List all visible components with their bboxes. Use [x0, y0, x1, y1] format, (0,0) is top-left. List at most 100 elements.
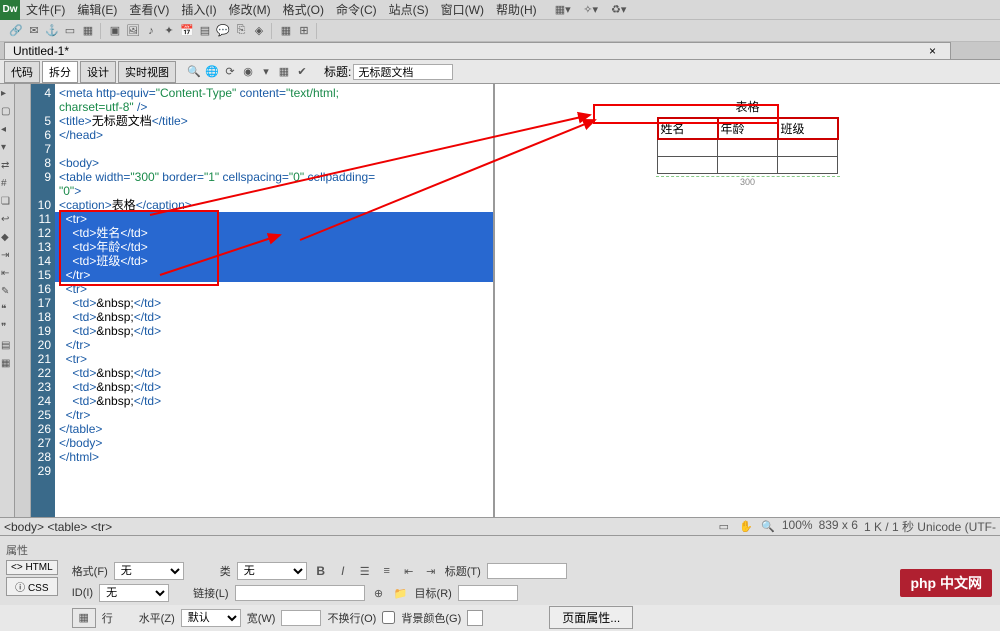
select-tool-icon[interactable]: ▭	[716, 518, 732, 534]
props-html-tab[interactable]: <> HTML	[6, 560, 58, 575]
syntax-icon[interactable]: ◆	[1, 232, 13, 244]
nav-icon[interactable]: ◉	[240, 64, 256, 80]
parent-tag-icon[interactable]: ◂	[1, 124, 13, 136]
target-input[interactable]	[458, 585, 518, 601]
italic-icon[interactable]: I	[335, 563, 351, 579]
id-select[interactable]: 无	[99, 584, 169, 602]
menu-modify[interactable]: 修改(M)	[223, 1, 277, 18]
wrap-icon[interactable]: ↩	[1, 214, 13, 226]
inspect-icon[interactable]: 🔍	[186, 64, 202, 80]
tag-selector-path[interactable]: <body> <table> <tr>	[4, 520, 112, 534]
hyperlink-icon[interactable]: 🔗	[8, 23, 24, 39]
horz-select[interactable]: 默认	[181, 609, 241, 627]
table-cell[interactable]	[658, 157, 718, 174]
table-cell[interactable]	[718, 157, 778, 174]
props-css-tab[interactable]: ⓘ CSS	[6, 577, 58, 596]
extend-icon[interactable]: ✧▾	[583, 2, 599, 18]
class-select[interactable]: 无	[237, 562, 307, 580]
table-cell[interactable]	[658, 139, 718, 157]
table-cell[interactable]	[778, 139, 838, 157]
tag-icon[interactable]: ⊞	[296, 23, 312, 39]
view-design-button[interactable]: 设计	[80, 61, 116, 83]
zoom-level[interactable]: 100%	[782, 518, 813, 535]
table-icon[interactable]: ▦	[80, 23, 96, 39]
menu-edit[interactable]: 编辑(E)	[71, 1, 123, 18]
date-icon[interactable]: 📅	[179, 23, 195, 39]
hand-tool-icon[interactable]: ✋	[738, 518, 754, 534]
document-tab[interactable]: Untitled-1* ×	[4, 42, 951, 59]
view-split-button[interactable]: 拆分	[42, 61, 78, 83]
format-select[interactable]: 无	[114, 562, 184, 580]
view-live-button[interactable]: 实时视图	[118, 61, 176, 83]
sync-icon[interactable]: ♻▾	[611, 2, 627, 18]
menu-commands[interactable]: 命令(C)	[330, 1, 383, 18]
head-icon[interactable]: ⎘	[233, 23, 249, 39]
width-input[interactable]	[281, 610, 321, 626]
move-css-icon[interactable]: ▦	[1, 358, 13, 370]
indent-text-icon[interactable]: ⇥	[423, 563, 439, 579]
indent-icon[interactable]: ⇥	[1, 250, 13, 262]
table-row[interactable]	[658, 139, 838, 157]
nowrap-checkbox[interactable]	[382, 611, 395, 624]
tab-close-icon[interactable]: ×	[929, 44, 942, 58]
link-input[interactable]	[235, 585, 365, 601]
bgcolor-swatch[interactable]	[467, 610, 483, 626]
menu-window[interactable]: 窗口(W)	[435, 1, 490, 18]
bold-icon[interactable]: B	[313, 563, 329, 579]
server-icon[interactable]: ▤	[197, 23, 213, 39]
anchor-icon[interactable]: ⚓	[44, 23, 60, 39]
point-to-file-icon[interactable]: ⊕	[371, 585, 387, 601]
hr-icon[interactable]: ▭	[62, 23, 78, 39]
cell-merge-icon[interactable]: ▦	[72, 608, 96, 628]
menu-format[interactable]: 格式(O)	[277, 1, 330, 18]
image-icon[interactable]: 🖼	[125, 23, 141, 39]
table-header-cell[interactable]: 班级	[778, 118, 838, 139]
recent-snippets-icon[interactable]: ▤	[1, 340, 13, 352]
line-num-icon[interactable]: #	[1, 178, 13, 190]
menu-insert[interactable]: 插入(I)	[175, 1, 222, 18]
ol-icon[interactable]: ≡	[379, 563, 395, 579]
code-editor[interactable]: <meta http-equiv="Content-Type" content=…	[55, 84, 493, 517]
comment-icon[interactable]: 💬	[215, 23, 231, 39]
browse-icon[interactable]: 📁	[393, 585, 409, 601]
menu-help[interactable]: 帮助(H)	[490, 1, 543, 18]
design-preview-pane[interactable]: 表格 姓名 年龄 班级 300	[495, 84, 1000, 517]
script-icon[interactable]: ◈	[251, 23, 267, 39]
table-header-cell[interactable]: 年龄	[718, 118, 778, 139]
view-code-button[interactable]: 代码	[4, 61, 40, 83]
outdent-text-icon[interactable]: ⇤	[401, 563, 417, 579]
title-attr-input[interactable]	[487, 563, 567, 579]
options-icon[interactable]: ▾	[258, 64, 274, 80]
layout-icon[interactable]: ▦▾	[555, 2, 571, 18]
document-title-input[interactable]	[353, 64, 453, 80]
menu-site[interactable]: 站点(S)	[383, 1, 435, 18]
remove-comment-icon[interactable]: ❞	[1, 322, 13, 334]
div-icon[interactable]: ▣	[107, 23, 123, 39]
zoom-tool-icon[interactable]: 🔍	[760, 518, 776, 534]
media-icon[interactable]: ♪	[143, 23, 159, 39]
highlight-icon[interactable]: ❏	[1, 196, 13, 208]
table-cell[interactable]	[778, 157, 838, 174]
refresh-icon[interactable]: ⟳	[222, 64, 238, 80]
open-docs-icon[interactable]: ▢	[1, 106, 13, 118]
select-tag-icon[interactable]: ▾	[1, 142, 13, 154]
ul-icon[interactable]: ☰	[357, 563, 373, 579]
collapse-icon[interactable]: ▸	[1, 88, 13, 100]
menu-view[interactable]: 查看(V)	[123, 1, 175, 18]
email-icon[interactable]: ✉	[26, 23, 42, 39]
widget-icon[interactable]: ✦	[161, 23, 177, 39]
visual-aids-icon[interactable]: ▦	[276, 64, 292, 80]
outdent-icon[interactable]: ⇤	[1, 268, 13, 280]
table-cell[interactable]	[718, 139, 778, 157]
format-icon[interactable]: ✎	[1, 286, 13, 298]
preview-table[interactable]: 表格 姓名 年龄 班级	[657, 96, 839, 174]
check-icon[interactable]: ✔	[294, 64, 310, 80]
table-header-cell[interactable]: 姓名	[658, 118, 718, 139]
code-pane[interactable]: 4567891011121314151617181920212223242526…	[15, 84, 495, 517]
table-row[interactable]: 姓名 年龄 班级	[658, 118, 838, 139]
menu-file[interactable]: 文件(F)	[20, 1, 71, 18]
globe-icon[interactable]: 🌐	[204, 64, 220, 80]
apply-comment-icon[interactable]: ❝	[1, 304, 13, 316]
balance-icon[interactable]: ⇄	[1, 160, 13, 172]
table-row[interactable]	[658, 157, 838, 174]
